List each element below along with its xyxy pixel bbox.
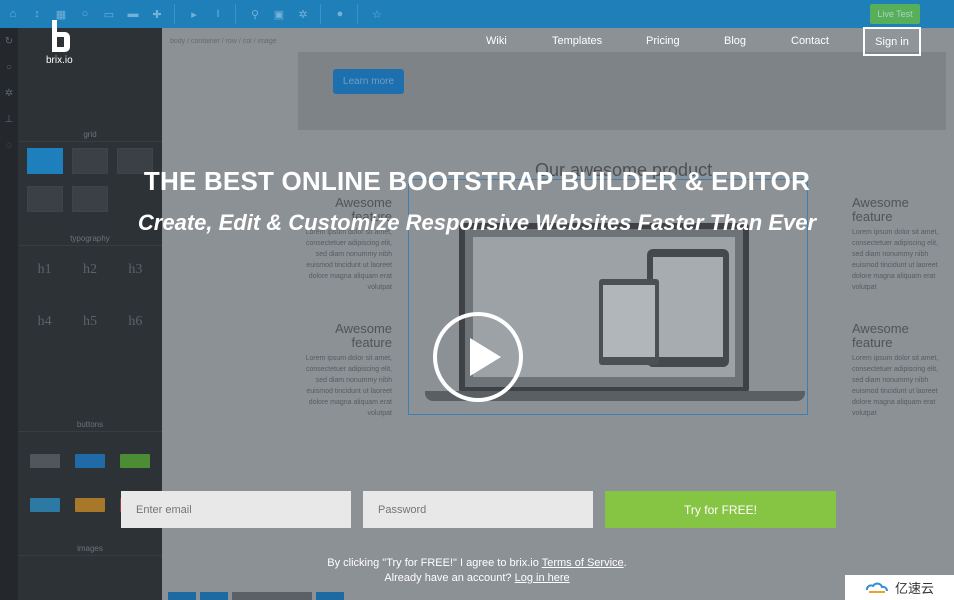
settings-icon: ✲	[4, 87, 14, 99]
watermark: 亿速云	[845, 575, 954, 600]
chat-icon: ◌	[6, 139, 12, 151]
sign-in-button[interactable]: Sign in	[863, 27, 921, 56]
terms-of-service-link[interactable]: Terms of Service	[542, 557, 624, 569]
editor-bottom-tabs	[168, 592, 344, 600]
arrows-icon: ↕	[34, 8, 40, 20]
feature-heading: Awesome feature	[852, 321, 909, 350]
heading-row: h4 h5 h6	[18, 284, 162, 336]
password-field[interactable]	[363, 491, 593, 528]
brix-logo-icon	[52, 20, 70, 52]
terms-text: By clicking "Try for FREE!" I agree to b…	[0, 556, 954, 586]
feature-text: Lorem ipsum dolor sit amet, consectetuer…	[305, 229, 392, 291]
sidebar-section-buttons: buttons	[18, 418, 162, 432]
circle-icon: ○	[5, 61, 13, 73]
tablet-image	[647, 249, 729, 367]
cloud-logo-icon	[865, 582, 888, 593]
toolbar-divider	[357, 4, 358, 24]
bottom-tab	[232, 592, 312, 600]
feature-block: Awesome feature Lorem ipsum dolor sit am…	[300, 322, 392, 419]
feature-text: Lorem ipsum dolor sit amet, consectetuer…	[852, 355, 939, 417]
login-prefix: Already have an account?	[384, 572, 515, 584]
toolbar-divider	[235, 4, 236, 24]
nav-link-contact[interactable]: Contact	[791, 35, 829, 47]
bottom-tab	[200, 592, 228, 600]
button-swatches-row	[18, 432, 162, 474]
phone-image	[599, 279, 659, 365]
nav-link-blog[interactable]: Blog	[724, 35, 746, 47]
terms-suffix: .	[623, 557, 627, 569]
home-icon: ⌂	[9, 8, 17, 20]
gear-icon: ✲	[298, 8, 308, 21]
button-swatch	[29, 454, 60, 468]
editor-breadcrumb: body / container / row / col / image	[170, 38, 277, 45]
h5-item: h5	[82, 314, 97, 329]
h6-item: h6	[128, 314, 143, 329]
hero-headline: THE BEST ONLINE BOOTSTRAP BUILDER & EDIT…	[143, 166, 811, 196]
text-icon: I	[216, 8, 220, 20]
login-link[interactable]: Log in here	[515, 572, 570, 584]
bottom-tab	[168, 592, 196, 600]
watermark-text: 亿速云	[894, 581, 934, 596]
button-swatch	[120, 454, 151, 468]
h2-item: h2	[82, 262, 97, 277]
editor-toolbar: ⌂ ↕ ▦ ○ ▭ ▬ ✚ ▸ I ⚲ ▣ ✲ ● ☆ Live Test	[0, 0, 954, 28]
email-field[interactable]	[121, 491, 351, 528]
sidebar-section-images: images	[18, 542, 162, 556]
feature-block: Awesome feature Lorem ipsum dolor sit am…	[852, 322, 944, 419]
play-icon	[470, 338, 501, 376]
button-swatch	[29, 498, 60, 512]
toolbar-divider	[320, 4, 321, 24]
search-icon: ○	[81, 8, 89, 20]
nav-link-pricing[interactable]: Pricing	[646, 35, 680, 47]
heading-row: h1 h2 h3	[18, 246, 162, 284]
h1-item: h1	[37, 262, 52, 277]
bottom-tab	[316, 592, 344, 600]
pointer-icon: ▸	[191, 8, 197, 21]
nav-link-templates[interactable]: Templates	[552, 35, 602, 47]
comment-icon: ●	[336, 8, 344, 20]
logo-text[interactable]: brix.io	[46, 55, 73, 66]
play-video-button[interactable]	[433, 312, 523, 402]
button-swatch	[74, 454, 105, 468]
terms-prefix: By clicking "Try for FREE!" I agree to b…	[327, 557, 542, 569]
h3-item: h3	[128, 262, 143, 277]
refresh-icon: ↻	[4, 35, 14, 47]
sidebar-section-grid: grid	[18, 128, 162, 142]
editor-left-rail: ↻ ○ ✲ ⊥ ◌	[0, 28, 18, 600]
feature-text: Lorem ipsum dolor sit amet, consectetuer…	[852, 229, 939, 291]
sitemap-icon: ⊥	[4, 113, 14, 125]
try-free-button[interactable]: Try for FREE!	[605, 491, 836, 528]
image-icon: ▣	[273, 8, 285, 21]
star-icon: ☆	[372, 8, 382, 21]
feature-text: Lorem ipsum dolor sit amet, consectetuer…	[305, 355, 392, 417]
nav-link-wiki[interactable]: Wiki	[486, 35, 507, 47]
plus-icon: ✚	[152, 8, 162, 21]
hero-subheadline: Create, Edit & Customize Responsive Webs…	[137, 210, 817, 235]
device-icon: ▭	[103, 8, 115, 21]
button-swatch	[74, 498, 105, 512]
toolbar-divider	[174, 4, 175, 24]
learn-more-button: Learn more	[333, 69, 404, 94]
live-test-button: Live Test	[870, 4, 920, 24]
feature-heading: Awesome feature	[335, 321, 392, 350]
desktop-icon: ▬	[127, 8, 139, 20]
h4-item: h4	[37, 314, 52, 329]
zoom-icon: ⚲	[250, 8, 260, 21]
